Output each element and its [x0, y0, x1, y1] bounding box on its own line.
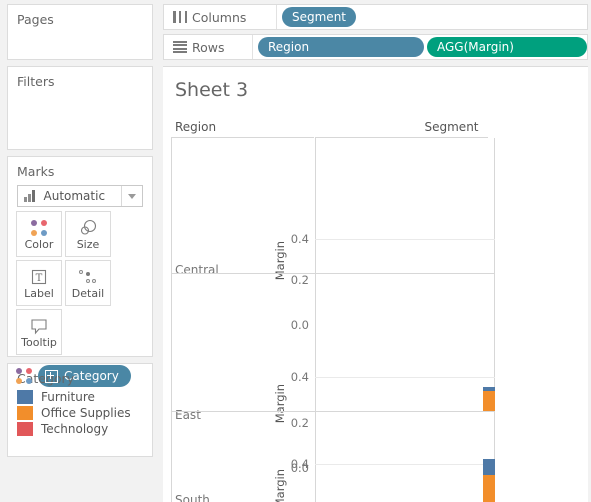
bar-segment[interactable]: [483, 387, 495, 391]
axis-title-margin[interactable]: Margin: [273, 469, 287, 502]
marks-title: Marks: [17, 164, 55, 179]
tableau-worksheet: Pages Filters Marks Automatic Color Size…: [0, 0, 591, 502]
rows-icon: [173, 41, 187, 53]
legend-swatch-furniture: [17, 390, 33, 404]
axis-tick: 0.4: [290, 232, 309, 246]
bar-segment[interactable]: [483, 459, 495, 475]
marks-size-label: Size: [76, 238, 100, 251]
axis-tick: 0.4: [290, 457, 309, 471]
columns-pill-list: Segment: [277, 7, 356, 27]
legend-label-technology: Technology: [41, 422, 109, 436]
pill-segment[interactable]: Segment: [282, 7, 356, 27]
shelves-area: Columns Segment Rows Region AGG(Margin): [160, 0, 591, 60]
columns-shelf[interactable]: Columns Segment: [163, 4, 588, 30]
marks-label-label: Label: [24, 287, 54, 300]
mark-type-caret[interactable]: [121, 186, 142, 206]
gridline: [315, 464, 495, 465]
legend-item[interactable]: Office Supplies: [8, 406, 152, 422]
mark-type-value: Automatic: [43, 189, 106, 203]
marks-detail-label: Detail: [71, 287, 105, 300]
size-circles-icon: [77, 217, 99, 239]
bar-segment[interactable]: [483, 475, 495, 502]
label-t-icon: T: [30, 266, 48, 288]
marks-buttons: Color Size T Label Detail Tooltip: [16, 211, 152, 358]
panel-east: East Margin 0.4 0.2 0.0: [163, 274, 588, 474]
color-dots-icon: [30, 217, 48, 239]
columns-icon: [173, 11, 187, 23]
filters-title: Filters: [17, 74, 55, 89]
filters-card[interactable]: Filters: [7, 66, 153, 150]
legend-swatch-office-supplies: [17, 406, 33, 420]
pill-agg-margin-label: AGG(Margin): [437, 40, 514, 54]
marks-color-label: Color: [24, 238, 54, 251]
left-pane: Pages Filters Marks Automatic Color Size…: [0, 0, 160, 501]
gridline: [315, 377, 495, 378]
tooltip-bubble-icon: [29, 315, 49, 337]
plot-area-east: [315, 274, 495, 411]
columns-shelf-label: Columns: [164, 5, 277, 29]
rows-shelf-text: Rows: [192, 39, 225, 55]
panel-central: Central Margin 0.4 0.2 0.0: [163, 138, 588, 331]
bar-mark-icon: [24, 190, 37, 202]
legend-swatch-technology: [17, 422, 33, 436]
marks-detail-button[interactable]: Detail: [65, 260, 111, 306]
pages-card[interactable]: Pages: [7, 4, 153, 60]
plot-area-central: [315, 138, 495, 273]
dimension-grid-icon: [45, 369, 58, 383]
legend-label-office-supplies: Office Supplies: [41, 406, 131, 420]
panel-south: South Margin 0.4 0.2: [163, 412, 588, 502]
rows-pill-list: Region AGG(Margin): [253, 37, 587, 57]
marks-label-button[interactable]: T Label: [16, 260, 62, 306]
column-header-title[interactable]: Segment: [315, 120, 588, 134]
columns-shelf-text: Columns: [192, 9, 247, 25]
marks-tooltip-label: Tooltip: [21, 336, 57, 349]
rows-shelf[interactable]: Rows Region AGG(Margin): [163, 34, 588, 60]
worksheet-view: Sheet 3 Region Segment Central Margin 0.…: [163, 66, 588, 502]
gridline: [315, 239, 495, 240]
chevron-down-icon: [128, 193, 136, 199]
svg-text:T: T: [36, 273, 43, 284]
row-header-title[interactable]: Region: [175, 120, 216, 134]
marks-tooltip-button[interactable]: Tooltip: [16, 309, 62, 355]
page-title: Sheet 3: [175, 79, 249, 101]
detail-dots-icon: [79, 266, 97, 288]
pages-title: Pages: [17, 12, 54, 27]
axis-tick: 0.4: [290, 370, 309, 384]
pill-region-label: Region: [268, 40, 310, 54]
mark-type-dropdown[interactable]: Automatic: [17, 185, 143, 207]
rows-shelf-label: Rows: [164, 35, 253, 59]
marks-card: Marks Automatic Color Size T Label Detai…: [7, 156, 153, 387]
legend-item[interactable]: Furniture: [8, 390, 152, 406]
pill-region[interactable]: Region: [258, 37, 424, 57]
legend-item[interactable]: Technology: [8, 422, 152, 438]
plot-area-south: [315, 412, 495, 502]
color-dots-icon: [16, 367, 33, 385]
marks-size-button[interactable]: Size: [65, 211, 111, 257]
pill-agg-margin[interactable]: AGG(Margin): [427, 37, 587, 57]
marks-color-button[interactable]: Color: [16, 211, 62, 257]
bar-segment[interactable]: [483, 391, 495, 411]
legend-label-furniture: Furniture: [41, 390, 95, 404]
pill-segment-label: Segment: [292, 10, 346, 24]
